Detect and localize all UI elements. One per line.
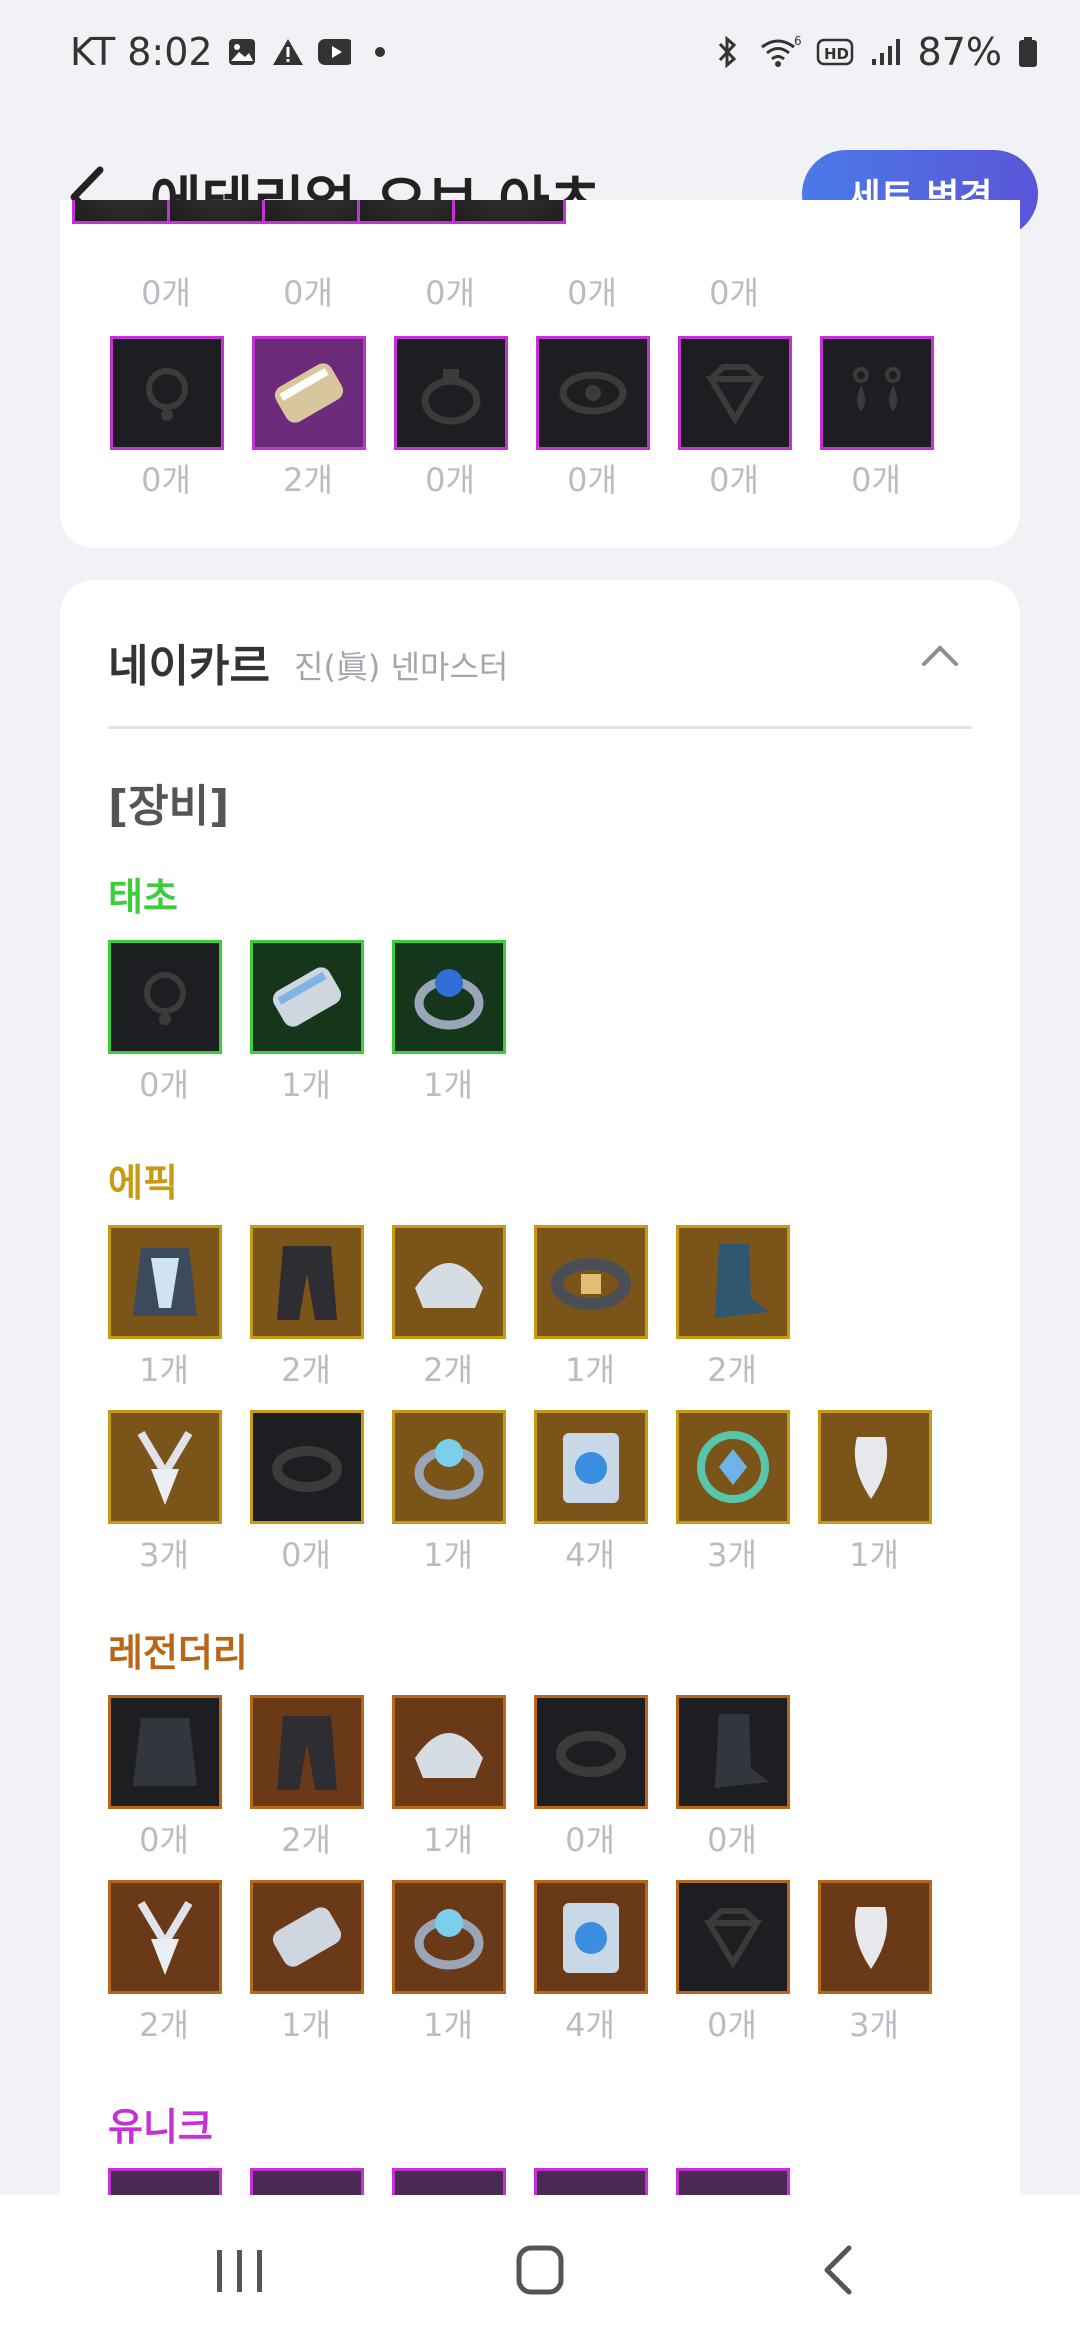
shoes-slot-icon[interactable] [676,1695,790,1809]
item-count: 1개 [139,1351,189,1389]
item-count: 0개 [567,274,617,312]
gallery-icon [225,35,259,69]
divider [108,726,972,729]
wifi-icon: 6 [758,35,802,69]
item-count: 1개 [423,1066,473,1104]
coat-slot-icon[interactable] [108,1695,222,1809]
item-count: 0개 [281,1536,331,1574]
chevron-up-icon[interactable] [920,640,960,670]
item-count: 1개 [423,1821,473,1859]
item-count: 0개 [709,274,759,312]
item-count: 3개 [707,1536,757,1574]
item-count: 0개 [851,461,901,499]
item-count: 0개 [567,461,617,499]
hd-icon: HD [816,35,856,69]
ring-icon[interactable] [392,940,506,1054]
necklace-icon[interactable] [108,1410,222,1524]
magic-stone-slot-icon[interactable] [676,1880,790,1994]
pants-icon[interactable] [250,1695,364,1809]
item-count: 0개 [139,1821,189,1859]
character-card: 네이카르 진(眞) 넨마스터 [장비] 태초 0개 1개 1개 에픽 1개 2개… [60,580,1020,2200]
item-count: 0개 [141,461,191,499]
set-summary-card: 0개 0개 0개 0개 0개 0개 2개 0개 0개 0개 0개 [60,200,1020,548]
earring-icon[interactable] [818,1410,932,1524]
earring-icon[interactable] [818,1880,932,1994]
section-title: [장비] [108,781,230,832]
item-count: 2개 [283,461,333,499]
necklace-icon[interactable] [108,1880,222,1994]
item-count: 0개 [707,1821,757,1859]
ring-icon[interactable] [392,1880,506,1994]
character-class: 진(眞) 넨마스터 [294,648,509,686]
item-count: 2개 [281,1821,331,1859]
character-name: 네이카르 [108,641,270,692]
status-bar: KT 8:02 6 HD 87% [0,0,1080,110]
bluetooth-icon [710,35,744,69]
status-time: KT 8:02 [70,30,213,74]
item-count: 0개 [707,2006,757,2044]
coat-icon[interactable] [108,1225,222,1339]
item-count: 1개 [565,1351,615,1389]
hd-label: HD [824,45,849,63]
item-count: 1개 [849,1536,899,1574]
item-count: 1개 [281,2006,331,2044]
wifi-badge: 6 [794,35,802,48]
dot-icon [363,35,397,69]
ring-slot-icon[interactable] [394,336,508,450]
signal-icon [870,35,904,69]
item-count: 0개 [565,1821,615,1859]
grade-epic: 에픽 [108,1161,178,1205]
bracelet-slot-icon[interactable] [250,1410,364,1524]
bracelet-icon[interactable] [252,336,366,450]
pants-icon[interactable] [250,1225,364,1339]
ring-icon[interactable] [392,1410,506,1524]
recent-apps-icon[interactable] [205,2240,275,2300]
necklace-slot-icon[interactable] [110,336,224,450]
item-count: 2개 [707,1351,757,1389]
item-count: 0개 [425,274,475,312]
item-count: 3개 [849,2006,899,2044]
grade-taecho: 태초 [108,875,178,919]
magic-stone-slot-icon[interactable] [678,336,792,450]
item-count: 2개 [139,2006,189,2044]
item-count: 0개 [283,274,333,312]
support-icon[interactable] [534,1410,648,1524]
item-count: 1개 [281,1066,331,1104]
support-slot-icon[interactable] [536,336,650,450]
item-count: 0개 [141,274,191,312]
shoulder-icon[interactable] [392,1225,506,1339]
item-count: 2개 [423,1351,473,1389]
youtube-icon [317,35,351,69]
nav-back-icon[interactable] [805,2240,875,2300]
shoulder-icon[interactable] [392,1695,506,1809]
earring-slot-icon[interactable] [820,336,934,450]
battery-icon [1016,35,1040,69]
item-count: 0개 [709,461,759,499]
magic-stone-icon[interactable] [676,1410,790,1524]
belt-icon[interactable] [534,1225,648,1339]
item-slot[interactable] [452,200,566,224]
item-count: 1개 [423,1536,473,1574]
grade-unique: 유니크 [108,2105,213,2149]
item-count: 1개 [423,2006,473,2044]
bracelet-icon[interactable] [250,1880,364,1994]
item-count: 0개 [139,1066,189,1104]
item-count: 2개 [281,1351,331,1389]
item-count: 4개 [565,1536,615,1574]
item-count: 0개 [425,461,475,499]
shoes-icon[interactable] [676,1225,790,1339]
grade-legendary: 레전더리 [108,1631,248,1675]
home-icon[interactable] [505,2240,575,2300]
belt-slot-icon[interactable] [534,1695,648,1809]
necklace-slot-icon[interactable] [108,940,222,1054]
bracelet-icon[interactable] [250,940,364,1054]
item-count: 3개 [139,1536,189,1574]
item-count: 4개 [565,2006,615,2044]
warning-icon [271,35,305,69]
battery-percent: 87% [917,30,1002,74]
system-nav-bar [0,2195,1080,2340]
support-icon[interactable] [534,1880,648,1994]
